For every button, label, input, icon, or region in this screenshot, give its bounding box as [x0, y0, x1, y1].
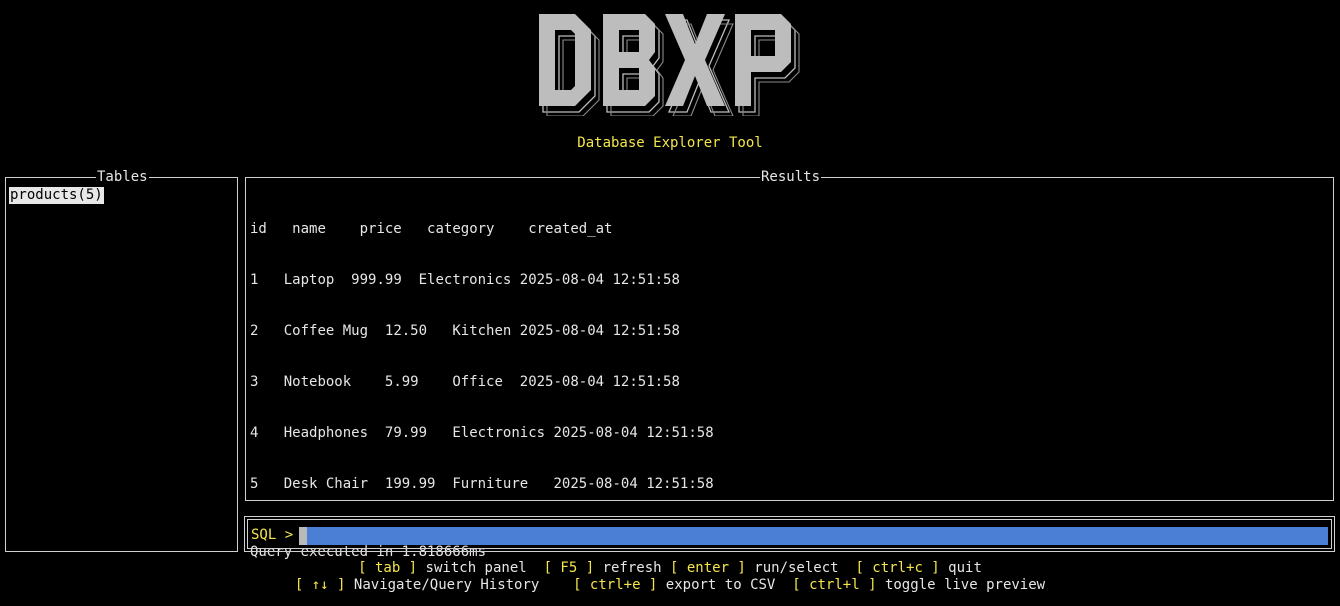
tables-panel[interactable]: Tables products(5): [5, 169, 238, 552]
cell-price: 5.99: [384, 374, 419, 390]
sql-input[interactable]: [309, 527, 1328, 545]
text-cursor: [299, 527, 307, 545]
key-ctrl-e: [ ctrl+e ]: [573, 577, 658, 593]
cell-id: 2: [250, 323, 259, 339]
sql-input-panel[interactable]: SQL >: [244, 516, 1335, 552]
key-arrows: [ ↑↓ ]: [294, 577, 346, 593]
cell-category: Office: [452, 374, 503, 390]
column-header-id: id: [250, 221, 267, 237]
tables-panel-title: Tables: [96, 169, 149, 185]
app-logo: [0, 8, 1340, 118]
table-item-products[interactable]: products(5): [9, 187, 104, 204]
key-enter: [ enter ]: [670, 560, 746, 576]
cell-category: Kitchen: [452, 323, 512, 339]
cell-price: 999.99: [351, 272, 402, 288]
key-arrows-desc: Navigate/Query History: [345, 577, 574, 593]
app-subtitle: Database Explorer Tool: [577, 135, 763, 151]
cell-price: 12.50: [384, 323, 428, 339]
key-f5: [ F5 ]: [543, 560, 595, 576]
column-header-category: category: [427, 221, 495, 237]
sql-input-frame: SQL >: [247, 519, 1332, 549]
cell-price: 199.99: [384, 476, 436, 492]
table-row: 4 Headphones 79.99 Electronics 2025-08-0…: [250, 425, 714, 442]
column-header-price: price: [359, 221, 402, 237]
column-header-created-at: created_at: [528, 221, 613, 237]
logo-ascii-art: [539, 14, 800, 116]
results-panel[interactable]: Results id name price category created_a…: [245, 169, 1334, 560]
results-panel-title: Results: [760, 169, 822, 185]
table-row: 2 Coffee Mug 12.50 Kitchen 2025-08-04 12…: [250, 323, 714, 340]
cell-name: Coffee Mug: [283, 323, 369, 339]
key-tab: [ tab ]: [358, 560, 418, 576]
sql-input-field[interactable]: [299, 527, 1328, 545]
cell-created-at: 2025-08-04 12:51:58: [553, 476, 714, 492]
key-tab-desc: switch panel: [417, 560, 544, 576]
cell-name: Headphones: [283, 425, 369, 441]
key-ctrl-c-desc: quit: [939, 560, 982, 576]
table-row: 5 Desk Chair 199.99 Furniture 2025-08-04…: [250, 476, 714, 493]
sql-prompt: SQL >: [251, 527, 294, 543]
cell-name: Notebook: [283, 374, 352, 390]
cell-created-at: 2025-08-04 12:51:58: [519, 374, 680, 390]
cell-id: 3: [250, 374, 259, 390]
cell-price: 79.99: [384, 425, 428, 441]
cell-category: Furniture: [452, 476, 529, 492]
key-f5-desc: refresh: [594, 560, 670, 576]
keybinding-help-line-1: [ tab ] switch panel [ F5 ] refresh [ en…: [0, 560, 1340, 577]
results-header-row: id name price category created_at: [250, 221, 714, 238]
cell-created-at: 2025-08-04 12:51:58: [519, 272, 680, 288]
key-ctrl-l: [ ctrl+l ]: [792, 577, 877, 593]
key-ctrl-l-desc: toggle live preview: [876, 577, 1046, 593]
key-enter-desc: run/select: [745, 560, 856, 576]
cell-category: Electronics: [452, 425, 546, 441]
table-row: 1 Laptop 999.99 Electronics 2025-08-04 1…: [250, 272, 714, 289]
cell-id: 1: [250, 272, 259, 288]
key-ctrl-c: [ ctrl+c ]: [855, 560, 940, 576]
keybinding-help-line-2: [ ↑↓ ] Navigate/Query History [ ctrl+e ]…: [0, 577, 1340, 594]
cell-created-at: 2025-08-04 12:51:58: [519, 323, 680, 339]
table-row: 3 Notebook 5.99 Office 2025-08-04 12:51:…: [250, 374, 714, 391]
cell-category: Electronics: [418, 272, 512, 288]
cell-id: 5: [250, 476, 259, 492]
column-header-name: name: [292, 221, 326, 237]
key-ctrl-e-desc: export to CSV: [657, 577, 793, 593]
cell-name: Desk Chair: [283, 476, 369, 492]
cell-id: 4: [250, 425, 259, 441]
cell-name: Laptop: [283, 272, 335, 288]
cell-created-at: 2025-08-04 12:51:58: [553, 425, 714, 441]
